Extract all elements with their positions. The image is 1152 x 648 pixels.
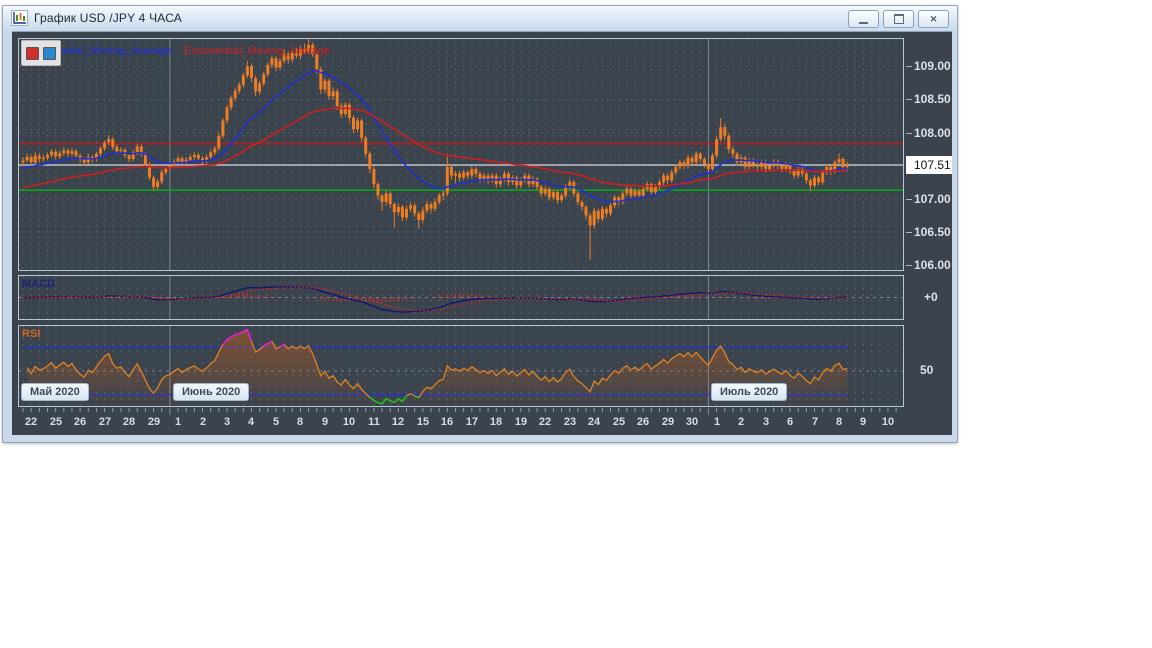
x-axis-label: 7 [811,416,819,428]
x-axis-label: 26 [73,416,87,428]
x-axis-label: 10 [881,416,895,428]
macd-panel[interactable] [18,275,904,320]
minimize-icon [859,21,868,24]
price-axis-tick [906,99,912,101]
x-axis-label: 16 [440,416,454,428]
price-chart-canvas [19,39,903,270]
price-axis-label: 109.00 [914,59,951,74]
title-bar[interactable]: График USD /JPY 4 ЧАСА ✕ [3,6,957,30]
x-axis-label: 9 [321,416,329,428]
x-axis-label: 29 [147,416,161,428]
x-axis-label: 26 [636,416,650,428]
price-axis-label: 106.00 [914,258,951,273]
x-axis-label: 18 [489,416,503,428]
x-axis-label: 19 [514,416,528,428]
price-axis-label: 108.50 [914,92,951,107]
minimize-button[interactable] [848,10,879,28]
red-indicator-button[interactable] [26,46,39,60]
window-title: График USD /JPY 4 ЧАСА [34,11,183,25]
x-axis-label: 15 [416,416,430,428]
month-label-july: Июль 2020 [711,383,788,401]
blue-indicator-button[interactable] [43,46,56,60]
price-axis-tick [906,66,912,68]
x-axis-label: 28 [122,416,136,428]
x-axis-label: 10 [342,416,356,428]
price-axis-tick [906,231,912,233]
x-axis-label: 30 [685,416,699,428]
macd-label: MACD [22,278,55,290]
rsi-axis-label: 50 [920,363,934,377]
month-label-may: Май 2020 [21,383,89,401]
indicator-buttons[interactable] [21,40,61,66]
restore-icon [893,14,904,24]
macd-canvas [19,276,903,319]
chart-window: График USD /JPY 4 ЧАСА ✕ Exponential_Mov… [2,5,958,443]
x-axis-label: 5 [272,416,280,428]
x-axis-label: 23 [563,416,577,428]
x-axis-label: 11 [368,416,380,428]
price-axis-label: 108.00 [914,125,951,140]
x-axis-label: 9 [859,416,867,428]
x-axis-label: 25 [612,416,626,428]
x-axis-label: 24 [587,416,601,428]
x-axis-label: 4 [247,416,255,428]
price-axis-tick [906,132,912,134]
month-label-june: Июнь 2020 [173,383,250,401]
price-axis-label: 106.50 [914,224,951,239]
x-axis-label: 1 [174,416,182,428]
price-chart-panel[interactable] [18,38,904,271]
x-axis-label: 2 [199,416,207,428]
current-price-tag: 107.51 [906,156,952,174]
close-icon: ✕ [929,13,938,24]
x-axis-label: 2 [737,416,745,428]
ema-slow-legend-label: Exponential_Moving_Average [184,45,330,57]
macd-axis-label: +0 [924,290,938,304]
x-axis-label: 25 [49,416,63,428]
x-axis-label: 22 [24,416,38,428]
x-axis-label: 17 [465,416,479,428]
x-axis-label: 3 [223,416,231,428]
x-axis-label: 22 [538,416,552,428]
x-axis-label: 8 [296,416,304,428]
x-axis-label: 3 [762,416,770,428]
rsi-label: RSI [22,328,41,340]
chart-client-area: Exponential_Moving_Average Exponential_M… [12,31,952,435]
price-axis-tick [906,265,912,267]
price-axis-label: 107.00 [914,191,951,206]
x-axis-label: 29 [661,416,675,428]
x-axis-tick-strip[interactable] [18,408,904,415]
legend: Exponential_Moving_Average Exponential_M… [26,45,330,57]
x-axis-label: 27 [98,416,112,428]
x-axis-label: 6 [786,416,794,428]
price-axis-tick [906,198,912,200]
x-axis[interactable]: 22 25 26 27 28 29 1 2 3 4 5 8 9 10 11 12 15 16 17 18 19 22 23 2… [19,416,909,430]
x-axis-label: 1 [713,416,721,428]
close-button[interactable]: ✕ [918,10,949,28]
chart-icon [11,10,28,26]
restore-button[interactable] [883,10,914,28]
x-axis-label: 12 [391,416,405,428]
x-axis-label: 8 [835,416,843,428]
